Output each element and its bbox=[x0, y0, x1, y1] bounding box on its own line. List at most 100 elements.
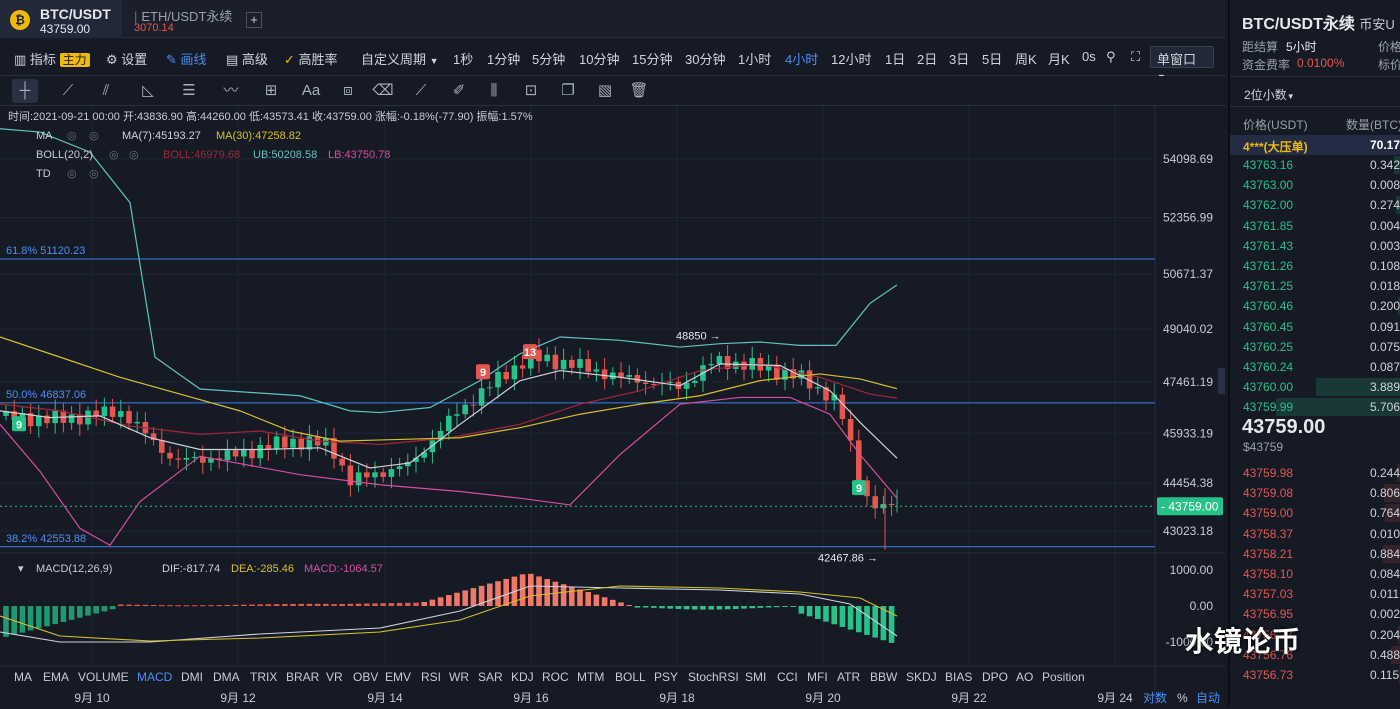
period-9[interactable]: 1日 bbox=[885, 49, 905, 68]
period-8[interactable]: 12小时 bbox=[831, 49, 871, 68]
period-3[interactable]: 10分钟 bbox=[579, 49, 619, 68]
ask-row[interactable]: 43760.460.200 bbox=[1230, 296, 1400, 316]
indicator-tab-bbw[interactable]: BBW bbox=[870, 670, 898, 684]
eraser-icon[interactable]: ⌫ bbox=[370, 79, 396, 103]
horizontal-lines-icon[interactable]: ☰ bbox=[176, 79, 202, 103]
brush-icon[interactable]: ✐ bbox=[446, 79, 472, 103]
indicator-tab-rsi[interactable]: RSI bbox=[421, 670, 441, 684]
bid-row[interactable]: 43757.030.011 bbox=[1230, 584, 1400, 604]
magnet-icon[interactable]: ⧈ bbox=[335, 79, 361, 103]
indicator-tab-ao[interactable]: AO bbox=[1016, 670, 1033, 684]
indicator-tab-vr[interactable]: VR bbox=[326, 670, 343, 684]
indicator-tab-obv[interactable]: OBV bbox=[353, 670, 378, 684]
indicator-tab-emv[interactable]: EMV bbox=[385, 670, 411, 684]
ask-row[interactable]: 43760.003.889 bbox=[1230, 377, 1400, 397]
indicator-tab-ma[interactable]: MA bbox=[14, 670, 32, 684]
indicator-tab-ema[interactable]: EMA bbox=[43, 670, 69, 684]
ask-row[interactable]: 43762.000.274 bbox=[1230, 195, 1400, 215]
indicator-tab-sar[interactable]: SAR bbox=[478, 670, 503, 684]
indicators-button[interactable]: ▥ 指标 主力 bbox=[14, 49, 90, 68]
indicator-tab-mtm[interactable]: MTM bbox=[577, 670, 604, 684]
settings-button[interactable]: ⚙ 设置 bbox=[106, 49, 147, 68]
period-6[interactable]: 1小时 bbox=[738, 49, 771, 68]
price-chart[interactable]: 54098.6952356.9950671.3749040.0247461.19… bbox=[0, 106, 1225, 706]
auto-scale-toggle[interactable]: 自动 bbox=[1196, 691, 1220, 705]
filter-icon[interactable]: ⚲ bbox=[1106, 49, 1116, 65]
bid-row[interactable]: 43759.980.244 bbox=[1230, 463, 1400, 483]
period-10[interactable]: 2日 bbox=[917, 49, 937, 68]
window-mode-select[interactable]: 单窗口 ▼ bbox=[1150, 46, 1214, 68]
indicator-tab-kdj[interactable]: KDJ bbox=[511, 670, 534, 684]
crosshair-icon[interactable]: ┼ bbox=[12, 79, 38, 103]
bid-row[interactable]: 43758.210.884 bbox=[1230, 544, 1400, 564]
add-tab-button[interactable]: + bbox=[246, 12, 262, 28]
ask-row[interactable]: 43761.250.018 bbox=[1230, 276, 1400, 296]
wave-icon[interactable]: 〰 bbox=[218, 79, 244, 103]
indicator-tab-mfi[interactable]: MFI bbox=[807, 670, 828, 684]
trash-icon[interactable]: 🗑 bbox=[626, 79, 652, 103]
ask-row[interactable]: 43760.250.075 bbox=[1230, 337, 1400, 357]
indicator-tab-stochrsi[interactable]: StochRSI bbox=[688, 670, 739, 684]
bid-row[interactable]: 43756.730.115 bbox=[1230, 665, 1400, 685]
period-5[interactable]: 30分钟 bbox=[685, 49, 725, 68]
period-0[interactable]: 1秒 bbox=[453, 49, 473, 68]
indicator-tab-skdj[interactable]: SKDJ bbox=[906, 670, 937, 684]
winrate-button[interactable]: ✓ 高胜率 bbox=[284, 49, 338, 68]
advanced-button[interactable]: ▤ 高级 bbox=[226, 49, 268, 68]
candle-tool-icon[interactable]: ⫼ bbox=[481, 79, 507, 103]
bid-row[interactable]: 43758.100.084 bbox=[1230, 564, 1400, 584]
fullscreen-icon[interactable]: ⛶ bbox=[1131, 49, 1140, 65]
trend-line-icon[interactable]: ⟋ bbox=[55, 79, 81, 103]
ruler-icon[interactable]: ⟋ bbox=[408, 79, 434, 103]
percent-toggle[interactable]: % bbox=[1177, 691, 1188, 705]
copy-icon[interactable]: ❐ bbox=[555, 79, 581, 103]
ask-row[interactable]: 43761.260.108 bbox=[1230, 256, 1400, 276]
indicator-tab-atr[interactable]: ATR bbox=[837, 670, 860, 684]
log-scale-toggle[interactable]: 对数 bbox=[1143, 690, 1167, 705]
ask-row[interactable]: 43759.995.706 bbox=[1230, 397, 1400, 417]
period-1[interactable]: 1分钟 bbox=[487, 49, 520, 68]
indicator-tab-dmi[interactable]: DMI bbox=[181, 670, 203, 684]
bid-row[interactable]: 43758.370.010 bbox=[1230, 524, 1400, 544]
period-14[interactable]: 月K bbox=[1048, 49, 1070, 68]
bid-row[interactable]: 43759.000.764 bbox=[1230, 503, 1400, 523]
ask-row[interactable]: 43761.850.004 bbox=[1230, 216, 1400, 236]
period-4[interactable]: 15分钟 bbox=[632, 49, 672, 68]
ask-row[interactable]: 43760.240.087 bbox=[1230, 357, 1400, 377]
custom-period-dropdown[interactable]: 自定义周期 ▼ bbox=[361, 49, 439, 68]
indicator-tab-volume[interactable]: VOLUME bbox=[78, 670, 129, 684]
indicator-tab-dpo[interactable]: DPO bbox=[982, 670, 1008, 684]
ask-row[interactable]: 43761.430.003 bbox=[1230, 236, 1400, 256]
indicator-tab-trix[interactable]: TRIX bbox=[250, 670, 277, 684]
chart-area[interactable]: 54098.6952356.9950671.3749040.0247461.19… bbox=[0, 106, 1225, 706]
indicator-tab-brar[interactable]: BRAR bbox=[286, 670, 320, 684]
indicator-tab-psy[interactable]: PSY bbox=[654, 670, 678, 684]
text-icon[interactable]: Aa bbox=[298, 79, 324, 103]
measure-icon[interactable]: ⊞ bbox=[258, 79, 284, 103]
tab-eth-usdt[interactable]: |ETH/USDT永续 3070.14 bbox=[122, 0, 240, 38]
ask-row[interactable]: 43760.450.091 bbox=[1230, 317, 1400, 337]
period-15[interactable]: 0s bbox=[1082, 49, 1096, 64]
period-11[interactable]: 3日 bbox=[949, 49, 969, 68]
angle-icon[interactable]: ◺ bbox=[135, 79, 161, 103]
big-order-row[interactable]: 4***(大压单) 70.17 bbox=[1230, 135, 1400, 155]
period-13[interactable]: 周K bbox=[1015, 49, 1037, 68]
indicator-tab-roc[interactable]: ROC bbox=[542, 670, 569, 684]
period-7[interactable]: 4小时 bbox=[785, 49, 818, 68]
indicator-tab-cci[interactable]: CCI bbox=[777, 670, 798, 684]
parallel-line-icon[interactable]: ⫽ bbox=[93, 79, 119, 103]
tab-btc-usdt[interactable]: ₿ BTC/USDT 43759.00 bbox=[0, 0, 122, 38]
indicator-tab-position[interactable]: Position bbox=[1042, 670, 1085, 684]
ask-row[interactable]: 43763.160.342 bbox=[1230, 155, 1400, 175]
period-12[interactable]: 5日 bbox=[982, 49, 1002, 68]
indicator-tab-boll[interactable]: BOLL bbox=[615, 670, 646, 684]
period-2[interactable]: 5分钟 bbox=[532, 49, 565, 68]
ask-row[interactable]: 43763.000.008 bbox=[1230, 175, 1400, 195]
indicator-tab-smi[interactable]: SMI bbox=[745, 670, 766, 684]
indicator-tab-bias[interactable]: BIAS bbox=[945, 670, 972, 684]
decimals-select[interactable]: 2位小数▼ bbox=[1244, 86, 1295, 103]
draw-button[interactable]: ✎ 画线 bbox=[166, 49, 207, 68]
indicator-tab-wr[interactable]: WR bbox=[449, 670, 469, 684]
indicator-tab-dma[interactable]: DMA bbox=[213, 670, 240, 684]
lock-icon[interactable]: ⊡ bbox=[518, 79, 544, 103]
